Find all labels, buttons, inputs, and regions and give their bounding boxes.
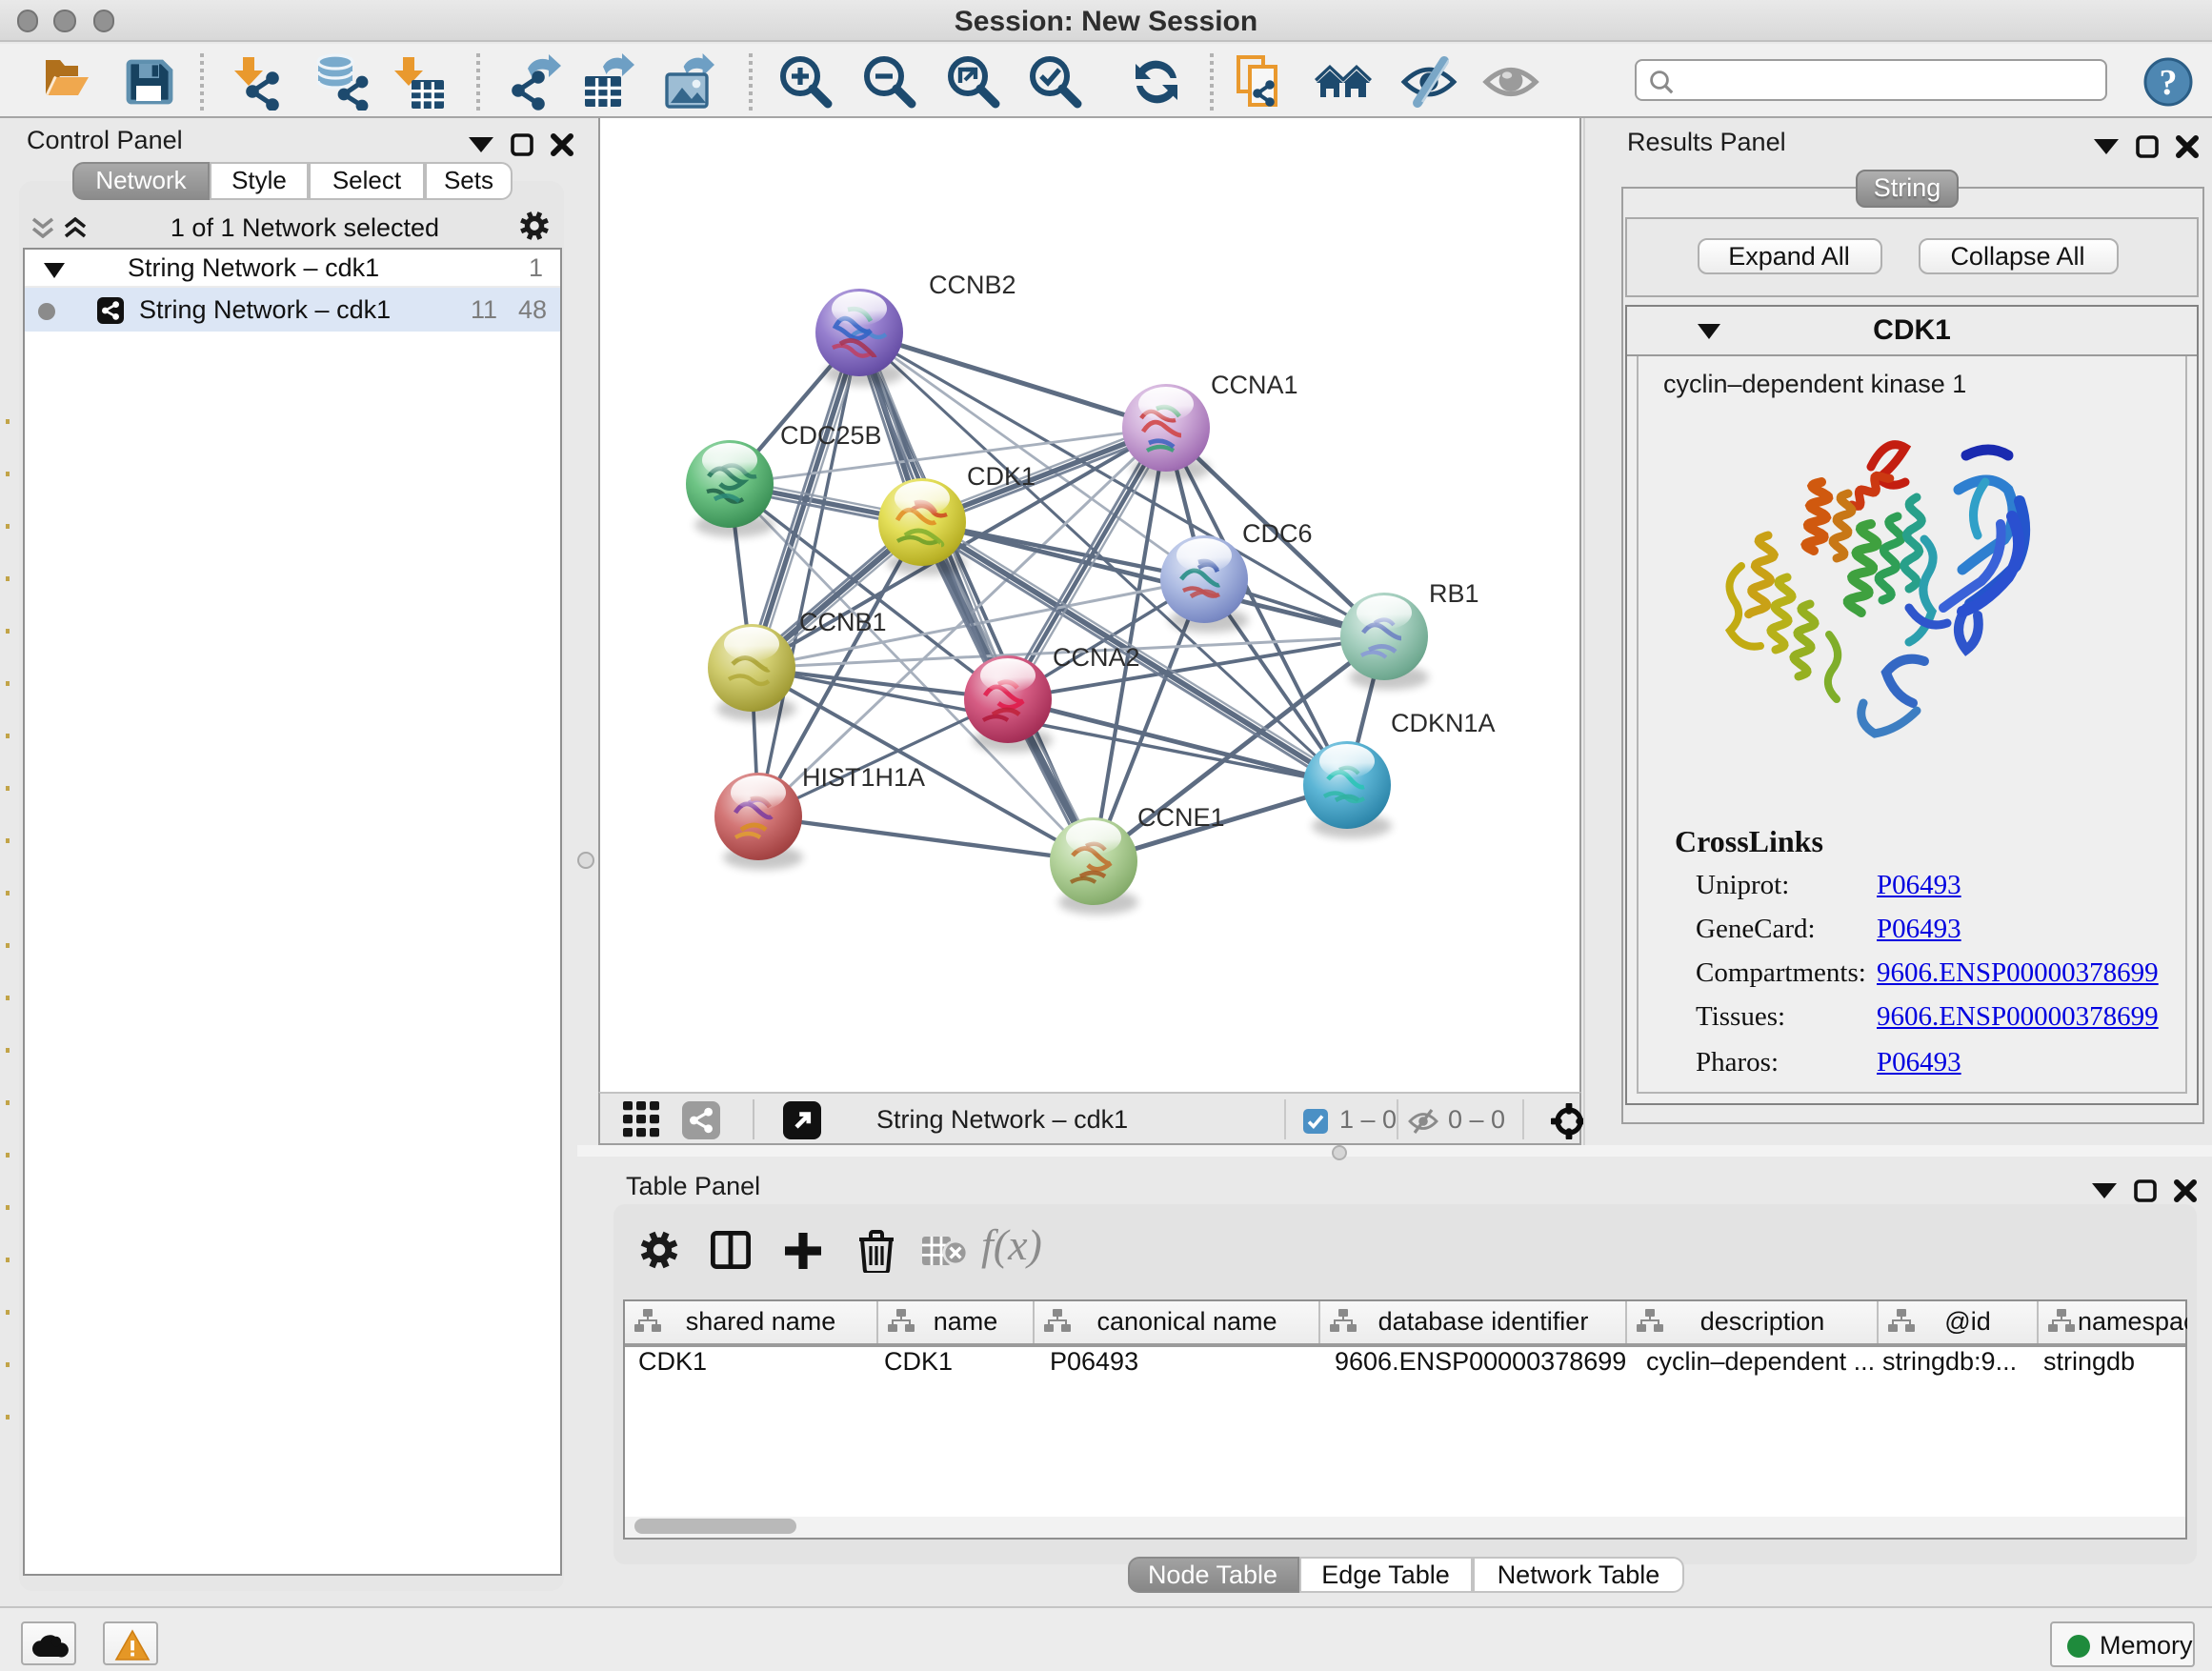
svg-text:CDKN1A: CDKN1A bbox=[1391, 709, 1496, 737]
svg-text:?: ? bbox=[2160, 63, 2178, 103]
svg-text:CCNE1: CCNE1 bbox=[1137, 803, 1225, 832]
svg-text:CCNB2: CCNB2 bbox=[929, 271, 1016, 299]
svg-text:HIST1H1A: HIST1H1A bbox=[802, 763, 925, 792]
svg-text:RB1: RB1 bbox=[1429, 579, 1479, 608]
svg-text:CDK1: CDK1 bbox=[967, 462, 1036, 491]
svg-text:CCNA2: CCNA2 bbox=[1053, 643, 1140, 672]
svg-text:CDC25B: CDC25B bbox=[780, 421, 882, 450]
svg-text:CDC6: CDC6 bbox=[1242, 519, 1313, 548]
svg-text:CCNA1: CCNA1 bbox=[1211, 371, 1298, 399]
svg-text:CCNB1: CCNB1 bbox=[799, 608, 887, 636]
